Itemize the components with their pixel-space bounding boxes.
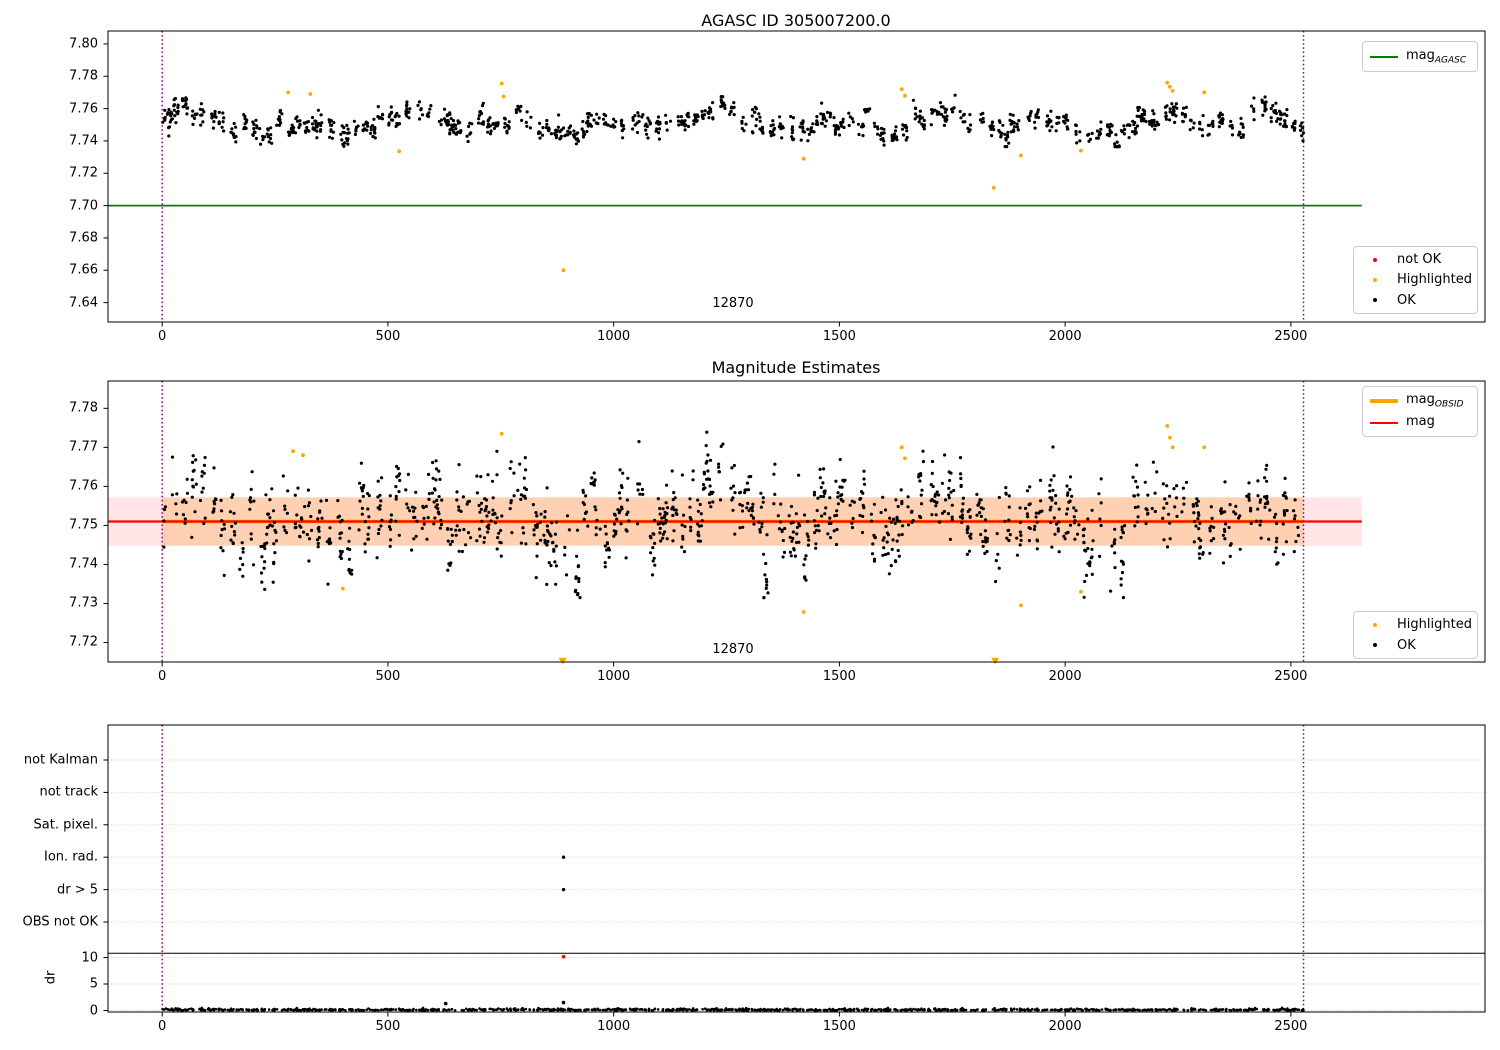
panel2-y-tick-label: 7.78 [69,400,98,416]
panel3-x-tick-label: 1500 [822,1019,856,1034]
legend-entry-highlighted: Highlighted [1359,271,1472,288]
panel3-dr-tick-label: 5 [89,976,98,992]
panel3-dr-tick-label: 10 [81,950,98,965]
panel1-frame [103,30,1486,327]
panel1-x-tick-label: 2500 [1274,329,1308,344]
panel1-x-tick-label: 1000 [597,329,631,344]
panel2-x-tick-label: 2500 [1274,669,1308,684]
legend-entry-mag-agasc: magAGASC [1368,47,1470,66]
highlighted-label-2: Highlighted [1397,617,1472,633]
ok-label-2: OK [1397,637,1416,653]
panel2-y-tick-label: 7.75 [69,517,98,533]
panel3-flag-tick-label: not Kalman [23,752,98,768]
panel1-x-tick-label: 0 [158,329,167,344]
panel3-x-tick-label: 2000 [1048,1019,1082,1034]
panel1-obsid-boundaries [161,31,1305,322]
panel2-x-tick-label: 500 [375,669,401,684]
panel3-x-tick-label: 0 [158,1019,167,1034]
panel1-ok-scatter [161,93,1305,149]
panel3-frame [103,724,1486,1017]
panel1-legend-mag-agasc: magAGASC [1362,41,1478,72]
legend-entry-mag-obsid: magOBSID [1368,391,1470,410]
highlighted-marker-swatch-2 [1359,622,1391,627]
panel1-legend-markers: not OK Highlighted OK [1353,246,1478,314]
panel3-dr-scatter [161,1006,1305,1012]
panel2-y-tick-label: 7.72 [69,634,98,650]
panel2-x-tick-label: 2000 [1048,669,1082,684]
legend-entry-highlighted-2: Highlighted [1359,616,1472,634]
mag-obsid-line-swatch [1368,398,1400,403]
panel2-y-tick-label: 7.74 [69,556,98,572]
panel1-y-tick-label: 7.76 [69,101,98,117]
mag-obsid-label: magOBSID [1406,391,1464,410]
panel1-x-tick-label: 1500 [822,329,856,344]
panel1-y-tick-label: 7.64 [69,295,98,311]
panel1-highlighted-scatter [286,80,1207,273]
panel1-y-tick-label: 7.66 [69,262,98,278]
panel1-y-tick-label: 7.72 [69,165,98,181]
mag-line-swatch [1368,421,1400,424]
panel3-flag-points [443,855,566,1006]
panel3-flag-tick-label: Sat. pixel. [33,817,98,833]
mag-agasc-label: magAGASC [1406,47,1467,66]
ok-marker-swatch [1359,298,1391,303]
panel2-legend-lines: magOBSID mag [1362,386,1478,437]
panel2-y-tick-label: 7.76 [69,478,98,494]
panel2-x-tick-label: 0 [158,669,167,684]
ok-label: OK [1397,292,1416,308]
panel2-x-tick-label: 1500 [822,669,856,684]
panel3-dr-tick-label: 0 [89,1003,98,1018]
panel2-x-tick-label: 1000 [597,669,631,684]
panel3-flag-tick-label: OBS not OK [22,914,99,930]
panel3-flag-tick-label: not track [39,784,98,800]
not-ok-label: not OK [1397,252,1442,268]
legend-entry-mag: mag [1368,413,1470,432]
panel1-x-tick-label: 2000 [1048,329,1082,344]
legend-entry-not-ok: not OK [1359,251,1470,268]
panel2-title: Magnitude Estimates [711,358,881,377]
panel3-x-tick-label: 1000 [597,1019,631,1034]
panel3-x-tick-label: 2500 [1274,1019,1308,1034]
panel1-title: AGASC ID 305007200.0 [701,11,891,30]
figure-canvas: AGASC ID 305007200.0 Magnitude Estimates… [0,0,1500,1050]
panel3-gridlines [108,759,1485,1011]
panel3-x-tick-label: 500 [375,1019,401,1034]
panel1-annotation: 12870 [712,296,754,311]
plots-svg [103,30,1486,1017]
legend-entry-ok-2: OK [1359,637,1470,655]
panel1-y-tick-label: 7.78 [69,68,98,84]
panel2-y-tick-label: 7.73 [69,595,98,611]
highlighted-marker-swatch [1359,277,1391,282]
panel2-y-tick-label: 7.77 [69,439,98,455]
panel2-annotation: 12870 [712,642,754,657]
panel1-y-tick-label: 7.80 [69,36,98,52]
panel2-legend-markers: Highlighted OK [1353,611,1478,659]
highlighted-label: Highlighted [1397,272,1472,288]
panel3-flag-tick-label: Ion. rad. [44,849,98,865]
panel3-flag-tick-label: dr > 5 [56,882,98,898]
panel1-y-tick-label: 7.74 [69,133,98,149]
mag-agasc-line-swatch [1368,55,1400,58]
ok-marker-swatch-2 [1359,643,1391,648]
panel1-x-tick-label: 500 [375,329,401,344]
panel1-y-tick-label: 7.68 [69,230,98,246]
mag-label: mag [1406,413,1435,429]
panel3-obsid-boundaries [161,725,1305,1012]
not-ok-marker-swatch [1359,257,1391,262]
panel1-y-tick-label: 7.70 [69,198,98,214]
legend-entry-ok: OK [1359,292,1470,309]
